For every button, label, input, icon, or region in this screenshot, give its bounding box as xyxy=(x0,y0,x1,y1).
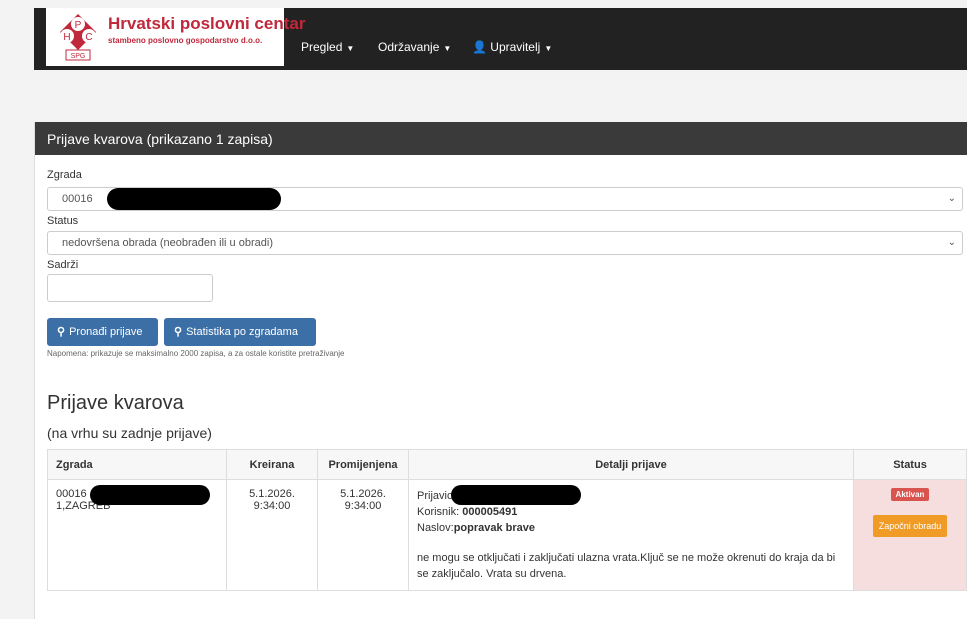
col-header-promijenjena: Promijenjena xyxy=(317,449,409,480)
kreirana-time: 9:34:00 xyxy=(253,500,291,512)
sadrzi-label: Sadrži xyxy=(47,259,79,271)
promijenjena-date: 5.1.2026. xyxy=(340,488,386,500)
reports-table: Zgrada Kreirana Promijenjena Detalji pri… xyxy=(47,449,967,591)
korisnik-label: Korisnik: xyxy=(417,506,463,518)
status-select-value: nedovršena obrada (neobrađen ili u obrad… xyxy=(62,237,273,249)
stats-label: Statistika po zgradama xyxy=(186,326,298,338)
find-reports-label: Pronađi prijave xyxy=(69,326,143,338)
kreirana-date: 5.1.2026. xyxy=(249,488,295,500)
cell-kreirana: 5.1.2026. 9:34:00 xyxy=(226,479,318,591)
nav-upravitelj[interactable]: 👤 Upravitelj ▼ xyxy=(472,40,552,54)
redaction-bar xyxy=(107,188,281,210)
section-title: Prijave kvarova xyxy=(47,392,184,414)
caret-down-icon: ▼ xyxy=(443,44,452,53)
col-header-detalji: Detalji prijave xyxy=(408,449,854,480)
brand-logo[interactable]: P H C SPG Hrvatski poslovni centar stamb… xyxy=(46,8,305,66)
chevron-down-icon: ⌄ xyxy=(947,193,956,204)
brand-subtitle: stambeno poslovno gospodarstvo d.o.o. xyxy=(108,36,263,45)
report-description: ne mogu se otključati i zaključati ulazn… xyxy=(417,552,836,580)
korisnik-value: 000005491 xyxy=(462,506,518,518)
hpc-logo-icon: P H C SPG xyxy=(60,14,96,61)
logo-letter-c: C xyxy=(85,32,92,43)
search-icon: ⚲ xyxy=(174,326,183,338)
nav-odrzavanje[interactable]: Održavanje ▼ xyxy=(378,40,451,54)
cell-status: Aktivan Započni obradu xyxy=(853,479,967,591)
redaction-bar xyxy=(90,485,210,505)
redaction-bar xyxy=(451,485,581,505)
nav-upravitelj-label: Upravitelj xyxy=(490,40,541,54)
nav-pregled-label: Pregled xyxy=(301,40,343,54)
logo-letter-p: P xyxy=(75,20,82,31)
search-icon: ⚲ xyxy=(57,326,66,338)
top-navbar: P H C SPG Hrvatski poslovni centar stamb… xyxy=(34,8,967,70)
naslov-line: Naslov:popravak brave xyxy=(417,520,845,536)
caret-down-icon: ▼ xyxy=(346,44,355,53)
reports-panel: Prijave kvarova (prikazano 1 zapisa) Zgr… xyxy=(34,122,967,619)
status-select[interactable]: nedovršena obrada (neobrađen ili u obrad… xyxy=(47,231,963,255)
cell-promijenjena: 5.1.2026. 9:34:00 xyxy=(317,479,409,591)
search-note: Napomena: prikazuje se maksimalno 2000 z… xyxy=(47,349,345,358)
zgrada-label: Zgrada xyxy=(47,169,82,181)
zgrada-select-value: 00016 xyxy=(62,193,93,205)
naslov-value: popravak brave xyxy=(453,522,536,534)
table-header-row: Zgrada Kreirana Promijenjena Detalji pri… xyxy=(47,449,967,480)
sadrzi-input[interactable] xyxy=(47,274,213,302)
promijenjena-time: 9:34:00 xyxy=(344,500,382,512)
nav-pregled[interactable]: Pregled ▼ xyxy=(301,40,354,54)
nav-odrzavanje-label: Održavanje xyxy=(378,40,440,54)
find-reports-button[interactable]: ⚲ Pronađi prijave xyxy=(47,318,158,346)
stats-by-building-button[interactable]: ⚲ Statistika po zgradama xyxy=(164,318,316,346)
table-row: 00016 1,ZAGREB 5.1.2026. 9:34:00 5.1.202… xyxy=(47,479,967,591)
status-label: Status xyxy=(47,215,79,227)
brand-title: Hrvatski poslovni centar xyxy=(108,14,306,33)
col-header-kreirana: Kreirana xyxy=(226,449,318,480)
logo-letter-h: H xyxy=(63,32,70,43)
logo-letter-spg: SPG xyxy=(71,53,86,60)
start-processing-button[interactable]: Započni obradu xyxy=(872,515,948,537)
chevron-down-icon: ⌄ xyxy=(947,237,956,248)
korisnik-line: Korisnik: 000005491 xyxy=(417,504,845,520)
cell-detalji: Prijavio Korisnik: 000005491 Naslov:popr… xyxy=(408,479,854,591)
section-subtitle: (na vrhu su zadnje prijave) xyxy=(47,425,212,441)
panel-heading: Prijave kvarova (prikazano 1 zapisa) xyxy=(35,122,967,155)
cell-zgrada: 00016 1,ZAGREB xyxy=(47,479,227,591)
status-badge: Aktivan xyxy=(890,488,930,501)
naslov-label: Naslov: xyxy=(417,522,454,534)
caret-down-icon: ▼ xyxy=(544,44,553,53)
col-header-zgrada: Zgrada xyxy=(47,449,227,480)
col-header-status: Status xyxy=(853,449,967,480)
user-icon: 👤 xyxy=(472,40,487,54)
